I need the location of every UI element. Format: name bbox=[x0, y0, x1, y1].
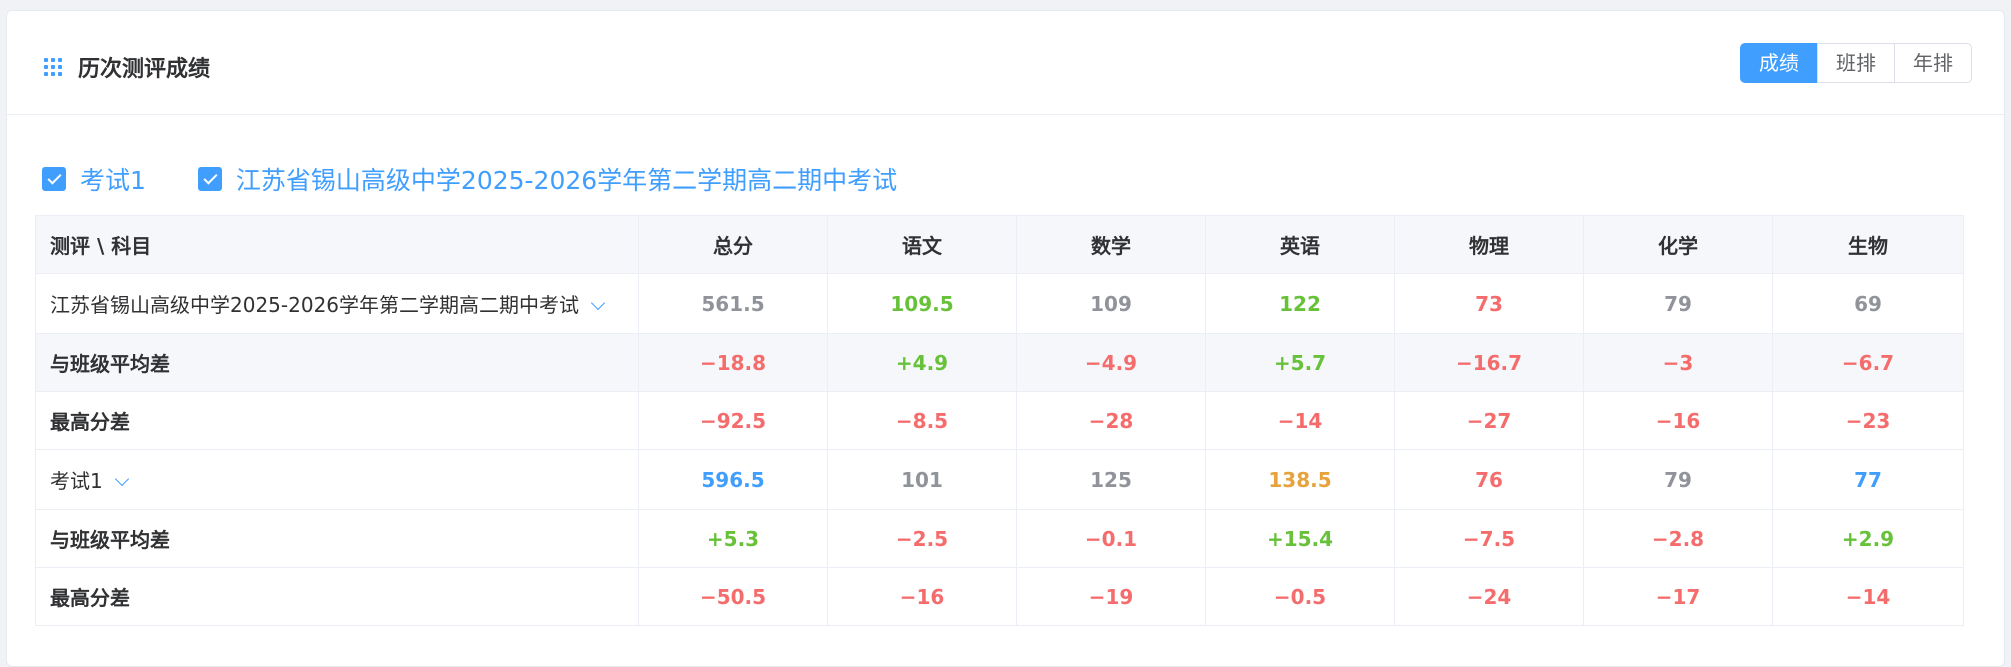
score-cell: 125 bbox=[1016, 449, 1206, 510]
exam-checkbox-2[interactable]: 江苏省锡山高级中学2025-2026学年第二学期高二期中考试 bbox=[197, 161, 898, 197]
diff-cell: −14 bbox=[1205, 391, 1395, 450]
exam-filter: 考试1 江苏省锡山高级中学2025-2026学年第二学期高二期中考试 bbox=[42, 161, 949, 197]
column-header: 数学 bbox=[1016, 215, 1206, 274]
diff-cell: −27 bbox=[1394, 391, 1584, 450]
score-cell: 79 bbox=[1583, 449, 1773, 510]
row-label: 最高分差 bbox=[35, 391, 639, 450]
table-row: 考试1 596.5 101 125 138.5 76 79 77 bbox=[35, 449, 1964, 510]
grid-icon bbox=[44, 58, 62, 76]
score-cell: 76 bbox=[1394, 449, 1584, 510]
table-row: 江苏省锡山高级中学2025-2026学年第二学期高二期中考试 561.5 109… bbox=[35, 273, 1964, 334]
diff-cell: +2.9 bbox=[1772, 509, 1964, 568]
column-header: 化学 bbox=[1583, 215, 1773, 274]
score-cell: 561.5 bbox=[638, 273, 828, 334]
diff-cell: −92.5 bbox=[638, 391, 828, 450]
diff-cell: −4.9 bbox=[1016, 333, 1206, 392]
diff-cell: −19 bbox=[1016, 567, 1206, 626]
diff-cell: −24 bbox=[1394, 567, 1584, 626]
title-wrap: 历次测评成绩 bbox=[44, 51, 210, 83]
table-header-row: 测评 \ 科目 总分 语文 数学 英语 物理 化学 生物 bbox=[35, 215, 1964, 274]
score-table: 测评 \ 科目 总分 语文 数学 英语 物理 化学 生物 江苏省锡山高级中学20… bbox=[35, 215, 1964, 626]
score-cell: 138.5 bbox=[1205, 449, 1395, 510]
diff-cell: −7.5 bbox=[1394, 509, 1584, 568]
tab-grade-rank[interactable]: 年排 bbox=[1894, 43, 1972, 83]
tab-score[interactable]: 成绩 bbox=[1740, 43, 1818, 83]
diff-cell: −14 bbox=[1772, 567, 1964, 626]
exam-name-cell[interactable]: 考试1 bbox=[35, 449, 639, 510]
checkbox-checked-icon[interactable] bbox=[197, 167, 222, 191]
score-cell: 122 bbox=[1205, 273, 1395, 334]
chevron-down-icon[interactable] bbox=[114, 471, 129, 487]
column-header: 总分 bbox=[638, 215, 828, 274]
score-cell: 109.5 bbox=[827, 273, 1017, 334]
diff-cell: −17 bbox=[1583, 567, 1773, 626]
table-row: 与班级平均差 +5.3 −2.5 −0.1 +15.4 −7.5 −2.8 +2… bbox=[35, 509, 1964, 568]
diff-cell: −2.5 bbox=[827, 509, 1017, 568]
diff-cell: −6.7 bbox=[1772, 333, 1964, 392]
diff-cell: −8.5 bbox=[827, 391, 1017, 450]
row-label: 最高分差 bbox=[35, 567, 639, 626]
diff-cell: +15.4 bbox=[1205, 509, 1395, 568]
table-row: 最高分差 −92.5 −8.5 −28 −14 −27 −16 −23 bbox=[35, 391, 1964, 450]
diff-cell: −2.8 bbox=[1583, 509, 1773, 568]
table-row: 最高分差 −50.5 −16 −19 −0.5 −24 −17 −14 bbox=[35, 567, 1964, 626]
column-header: 语文 bbox=[827, 215, 1017, 274]
score-cell: 79 bbox=[1583, 273, 1773, 334]
diff-cell: −16 bbox=[827, 567, 1017, 626]
table-row: 与班级平均差 −18.8 +4.9 −4.9 +5.7 −16.7 −3 −6.… bbox=[35, 333, 1964, 392]
checkbox-checked-icon[interactable] bbox=[42, 167, 66, 191]
column-header: 物理 bbox=[1394, 215, 1584, 274]
chevron-down-icon[interactable] bbox=[590, 295, 606, 311]
diff-cell: +4.9 bbox=[827, 333, 1017, 392]
diff-cell: −0.1 bbox=[1016, 509, 1206, 568]
diff-cell: −50.5 bbox=[638, 567, 828, 626]
diff-cell: −28 bbox=[1016, 391, 1206, 450]
diff-cell: +5.7 bbox=[1205, 333, 1395, 392]
page-title: 历次测评成绩 bbox=[78, 57, 211, 82]
score-cell: 77 bbox=[1772, 449, 1964, 510]
score-cell: 69 bbox=[1772, 273, 1964, 334]
score-cell: 596.5 bbox=[638, 449, 828, 510]
row-label: 与班级平均差 bbox=[35, 333, 639, 392]
diff-cell: +5.3 bbox=[638, 509, 828, 568]
diff-cell: −0.5 bbox=[1205, 567, 1395, 626]
card-header: 历次测评成绩 成绩 班排 年排 bbox=[7, 11, 2004, 115]
score-cell: 109 bbox=[1016, 273, 1206, 334]
diff-cell: −3 bbox=[1583, 333, 1773, 392]
tab-class-rank[interactable]: 班排 bbox=[1817, 43, 1895, 83]
score-cell: 73 bbox=[1394, 273, 1584, 334]
diff-cell: −16 bbox=[1583, 391, 1773, 450]
column-header: 生物 bbox=[1772, 215, 1964, 274]
diff-cell: −23 bbox=[1772, 391, 1964, 450]
exam-name-cell[interactable]: 江苏省锡山高级中学2025-2026学年第二学期高二期中考试 bbox=[35, 273, 639, 334]
score-cell: 101 bbox=[827, 449, 1017, 510]
diff-cell: −16.7 bbox=[1394, 333, 1584, 392]
exam-name: 考试1 bbox=[50, 469, 103, 493]
column-header: 测评 \ 科目 bbox=[35, 215, 639, 274]
exam-checkbox-label: 江苏省锡山高级中学2025-2026学年第二学期高二期中考试 bbox=[235, 166, 898, 195]
column-header: 英语 bbox=[1205, 215, 1395, 274]
view-switch: 成绩 班排 年排 bbox=[1740, 43, 1972, 83]
exam-checkbox-label: 考试1 bbox=[80, 166, 146, 195]
exam-checkbox-1[interactable]: 考试1 bbox=[42, 161, 146, 197]
diff-cell: −18.8 bbox=[638, 333, 828, 392]
exam-name: 江苏省锡山高级中学2025-2026学年第二学期高二期中考试 bbox=[50, 293, 580, 317]
row-label: 与班级平均差 bbox=[35, 509, 639, 568]
